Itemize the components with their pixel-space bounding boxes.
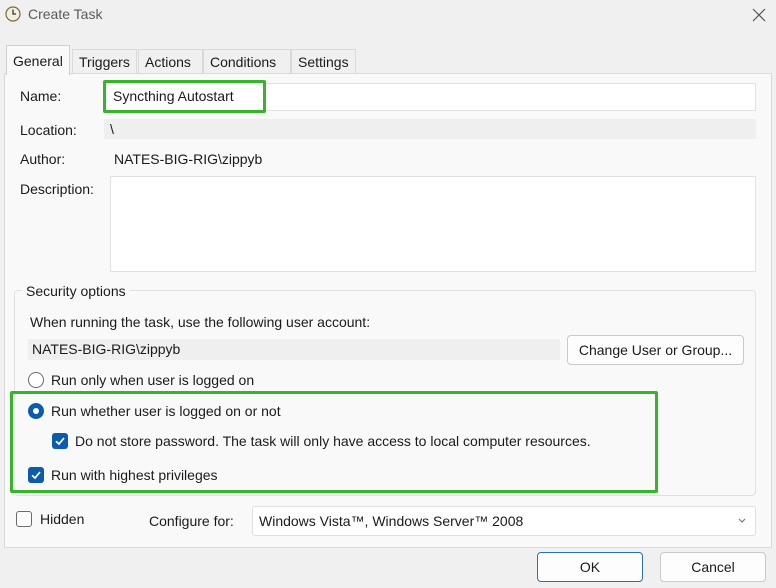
user-account-value: NATES-BIG-RIG\zippyb xyxy=(32,341,181,357)
location-value: \ xyxy=(110,121,114,137)
configure-for-select[interactable]: Windows Vista™, Windows Server™ 2008 xyxy=(252,506,756,536)
configure-for-value: Windows Vista™, Windows Server™ 2008 xyxy=(259,513,524,529)
title-bar: Create Task xyxy=(0,0,776,30)
location-field xyxy=(104,119,756,139)
cancel-button[interactable]: Cancel xyxy=(660,552,766,582)
author-value: NATES-BIG-RIG\zippyb xyxy=(114,151,263,167)
hidden-label: Hidden xyxy=(40,511,85,527)
radio-run-whether-logged-on[interactable] xyxy=(28,403,44,419)
checkmark-icon xyxy=(31,471,41,480)
tab-triggers[interactable]: Triggers xyxy=(72,49,137,73)
author-label: Author: xyxy=(20,151,66,167)
close-icon xyxy=(752,8,766,22)
configure-for-label: Configure for: xyxy=(149,513,234,529)
checkbox-run-highest-privileges[interactable] xyxy=(28,467,44,483)
radio-run-whether-logged-on-label: Run whether user is logged on or not xyxy=(51,403,281,419)
name-label: Name: xyxy=(20,88,62,104)
ok-button[interactable]: OK xyxy=(537,552,643,582)
radio-run-only-logged-on[interactable] xyxy=(28,372,44,388)
checkbox-do-not-store-password[interactable] xyxy=(52,433,68,449)
description-label: Description: xyxy=(20,181,94,197)
run-highest-privileges-label: Run with highest privileges xyxy=(51,467,218,483)
task-scheduler-clock-icon xyxy=(5,6,21,22)
chevron-down-icon xyxy=(738,518,746,523)
location-label: Location: xyxy=(20,122,77,138)
account-prompt: When running the task, use the following… xyxy=(30,314,371,330)
name-input[interactable]: Syncthing Autostart xyxy=(104,83,756,111)
window-title: Create Task xyxy=(28,6,103,22)
tab-settings[interactable]: Settings xyxy=(291,49,356,73)
close-button[interactable] xyxy=(744,0,774,30)
do-not-store-password-label: Do not store password. The task will onl… xyxy=(75,433,591,449)
checkmark-icon xyxy=(55,437,65,446)
description-input[interactable] xyxy=(110,176,756,272)
tab-conditions[interactable]: Conditions xyxy=(203,49,291,73)
tab-actions[interactable]: Actions xyxy=(138,49,203,73)
security-options-title: Security options xyxy=(22,283,130,299)
radio-run-only-logged-on-label: Run only when user is logged on xyxy=(51,372,255,388)
change-user-group-button[interactable]: Change User or Group... xyxy=(567,335,744,365)
tab-general[interactable]: General xyxy=(6,45,70,75)
checkbox-hidden[interactable] xyxy=(16,511,32,527)
